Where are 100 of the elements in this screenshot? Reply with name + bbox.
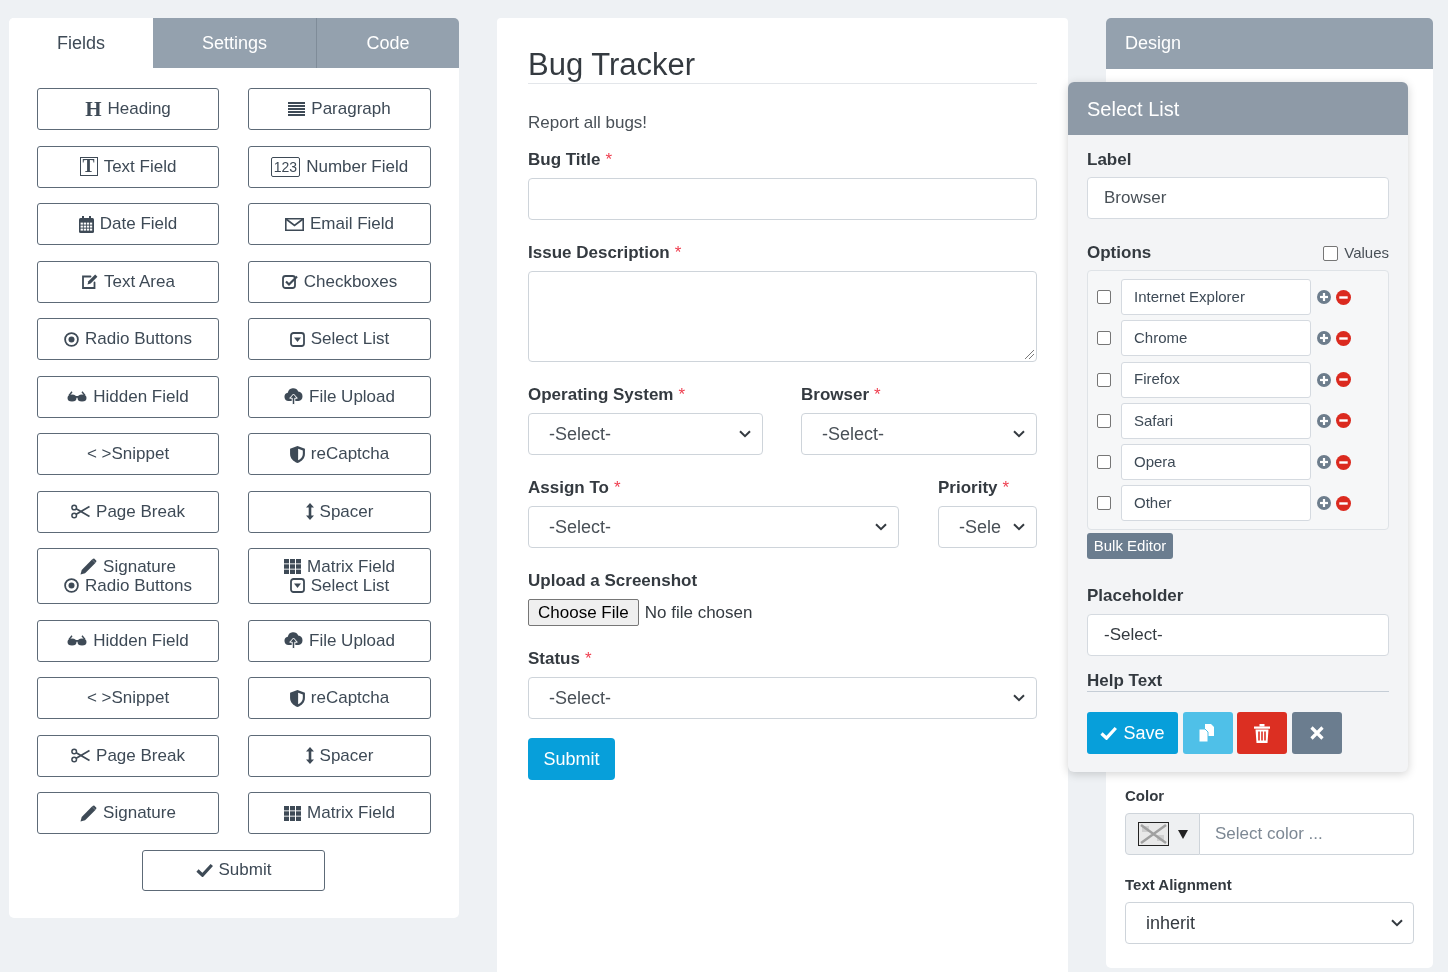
radio-dot-icon — [64, 331, 80, 347]
field-label: Operating System — [528, 384, 674, 407]
choose-file-button[interactable]: Choose File — [528, 599, 639, 626]
caret-down-icon — [1177, 829, 1188, 839]
chevron-down-icon — [875, 523, 887, 531]
plus-circle-icon[interactable] — [1317, 496, 1331, 511]
color-input[interactable]: Select color ... — [1200, 813, 1414, 855]
field-type-button[interactable]: T Text Field — [37, 145, 219, 188]
field-type-button[interactable]: reCaptcha — [248, 677, 431, 719]
option-input[interactable]: Chrome — [1121, 320, 1311, 357]
form-description: Report all bugs! — [528, 112, 649, 134]
bulk-editor-button[interactable]: Bulk Editor — [1087, 533, 1173, 559]
field-type-button[interactable]: < >Snippet — [37, 433, 219, 475]
dropdown-box-icon — [289, 331, 305, 347]
lines-icon — [288, 102, 306, 116]
checkbox[interactable] — [1097, 372, 1111, 387]
field-type-button[interactable]: Spacer — [248, 734, 431, 777]
boxed-number-glyph: 123 — [270, 156, 301, 177]
option-input[interactable]: Other — [1121, 485, 1311, 522]
plus-circle-icon[interactable] — [1317, 413, 1331, 428]
required-mark: * — [1002, 477, 1010, 500]
field-type-button[interactable]: Paragraph — [248, 88, 431, 130]
field-label: Upload a Screenshot — [528, 570, 698, 593]
checkbox[interactable] — [1097, 413, 1111, 428]
minus-circle-icon[interactable] — [1336, 496, 1351, 511]
dropdown-box-icon — [289, 578, 305, 593]
field-type-button[interactable]: Text Area — [37, 260, 219, 303]
minus-circle-icon[interactable] — [1336, 372, 1351, 388]
plus-circle-icon[interactable] — [1317, 455, 1331, 470]
panel-header: Design — [1106, 18, 1433, 69]
trash-icon — [1254, 723, 1270, 743]
field-type-button[interactable]: Matrix Field — [248, 792, 431, 834]
minus-circle-icon[interactable] — [1336, 413, 1351, 429]
field-type-button[interactable]: H Heading — [37, 88, 219, 130]
minus-circle-icon[interactable] — [1336, 454, 1351, 470]
select-field[interactable]: -Select- — [528, 677, 1037, 719]
field-type-button[interactable]: Select List — [248, 318, 431, 360]
field-type-button[interactable]: Checkboxes — [248, 260, 431, 303]
checkbox[interactable] — [1097, 455, 1111, 470]
plus-circle-icon[interactable] — [1317, 331, 1331, 346]
field-label: Issue Description — [528, 242, 670, 265]
checkbox[interactable] — [1323, 245, 1339, 261]
close-button[interactable] — [1291, 712, 1342, 754]
field-label: Status — [528, 648, 580, 671]
minus-circle-icon[interactable] — [1336, 289, 1351, 305]
chevron-down-icon — [739, 430, 751, 438]
select-field[interactable]: -Select- — [528, 413, 763, 455]
textarea-field[interactable] — [528, 271, 1037, 362]
checkbox[interactable] — [1097, 496, 1111, 511]
close-icon — [1309, 726, 1324, 740]
checked-box-icon — [281, 274, 298, 289]
field-type-button[interactable]: reCaptcha — [248, 433, 431, 475]
field-type-button[interactable]: Date Field — [37, 203, 219, 245]
required-mark: * — [674, 242, 682, 265]
checkbox[interactable] — [1097, 331, 1111, 346]
select-field[interactable]: inherit — [1125, 902, 1414, 944]
field-type-button[interactable]: 123 Number Field — [248, 145, 431, 188]
option-input[interactable]: Opera — [1121, 444, 1311, 481]
edit-icon — [81, 273, 99, 290]
plus-circle-icon[interactable] — [1317, 372, 1331, 387]
field-type-button[interactable]: Page Break — [37, 734, 219, 777]
plus-circle-icon[interactable] — [1317, 290, 1331, 304]
minus-circle-icon[interactable] — [1336, 330, 1351, 346]
label-input[interactable]: Browser — [1087, 177, 1389, 219]
select-field[interactable]: -Select- — [801, 413, 1037, 455]
required-mark: * — [584, 648, 592, 671]
select-field[interactable]: -Select- — [528, 506, 899, 548]
field-type-button[interactable]: < >Snippet — [37, 677, 219, 719]
chevron-down-icon — [1391, 919, 1403, 927]
field-type-button[interactable]: Page Break — [37, 490, 219, 533]
option-input[interactable]: Safari — [1121, 402, 1311, 439]
checkbox[interactable] — [1097, 290, 1111, 304]
check-icon — [1100, 726, 1118, 740]
field-type-button[interactable]: File Upload — [248, 619, 431, 662]
checkbox-label: Values — [1344, 242, 1389, 263]
select-field[interactable]: -Sele — [938, 506, 1037, 548]
placeholder-input[interactable]: -Select- — [1087, 614, 1389, 656]
field-type-button[interactable]: Signature Radio Buttons — [37, 548, 219, 604]
field-type-button[interactable]: Hidden Field — [37, 619, 219, 662]
color-dropdown-button[interactable] — [1125, 813, 1200, 855]
chevron-down-icon — [1013, 430, 1025, 438]
field-type-button[interactable]: Submit — [142, 849, 325, 891]
field-type-button[interactable]: Matrix Field Select List — [248, 548, 431, 604]
option-input[interactable]: Firefox — [1121, 361, 1311, 398]
field-type-button[interactable]: Email Field — [248, 203, 431, 245]
covered-field-label: Radio Buttons — [85, 576, 192, 595]
field-type-button[interactable]: Spacer — [248, 490, 431, 533]
field-label: Placeholder — [1087, 585, 1185, 607]
letter-h-glyph: H — [85, 99, 102, 119]
field-type-button[interactable]: File Upload — [248, 375, 431, 418]
boxed-letter-glyph: T — [79, 157, 98, 176]
glasses-icon — [67, 391, 88, 402]
field-type-button[interactable]: Radio Buttons — [37, 318, 219, 360]
covered-field-label: Select List — [310, 576, 390, 595]
grid-icon — [284, 559, 302, 574]
field-type-button[interactable]: Hidden Field — [37, 375, 219, 418]
option-input[interactable]: Internet Explorer — [1121, 279, 1311, 315]
delete-button[interactable] — [1237, 712, 1287, 754]
text-input[interactable] — [528, 178, 1037, 220]
field-type-button[interactable]: Signature — [37, 792, 219, 834]
